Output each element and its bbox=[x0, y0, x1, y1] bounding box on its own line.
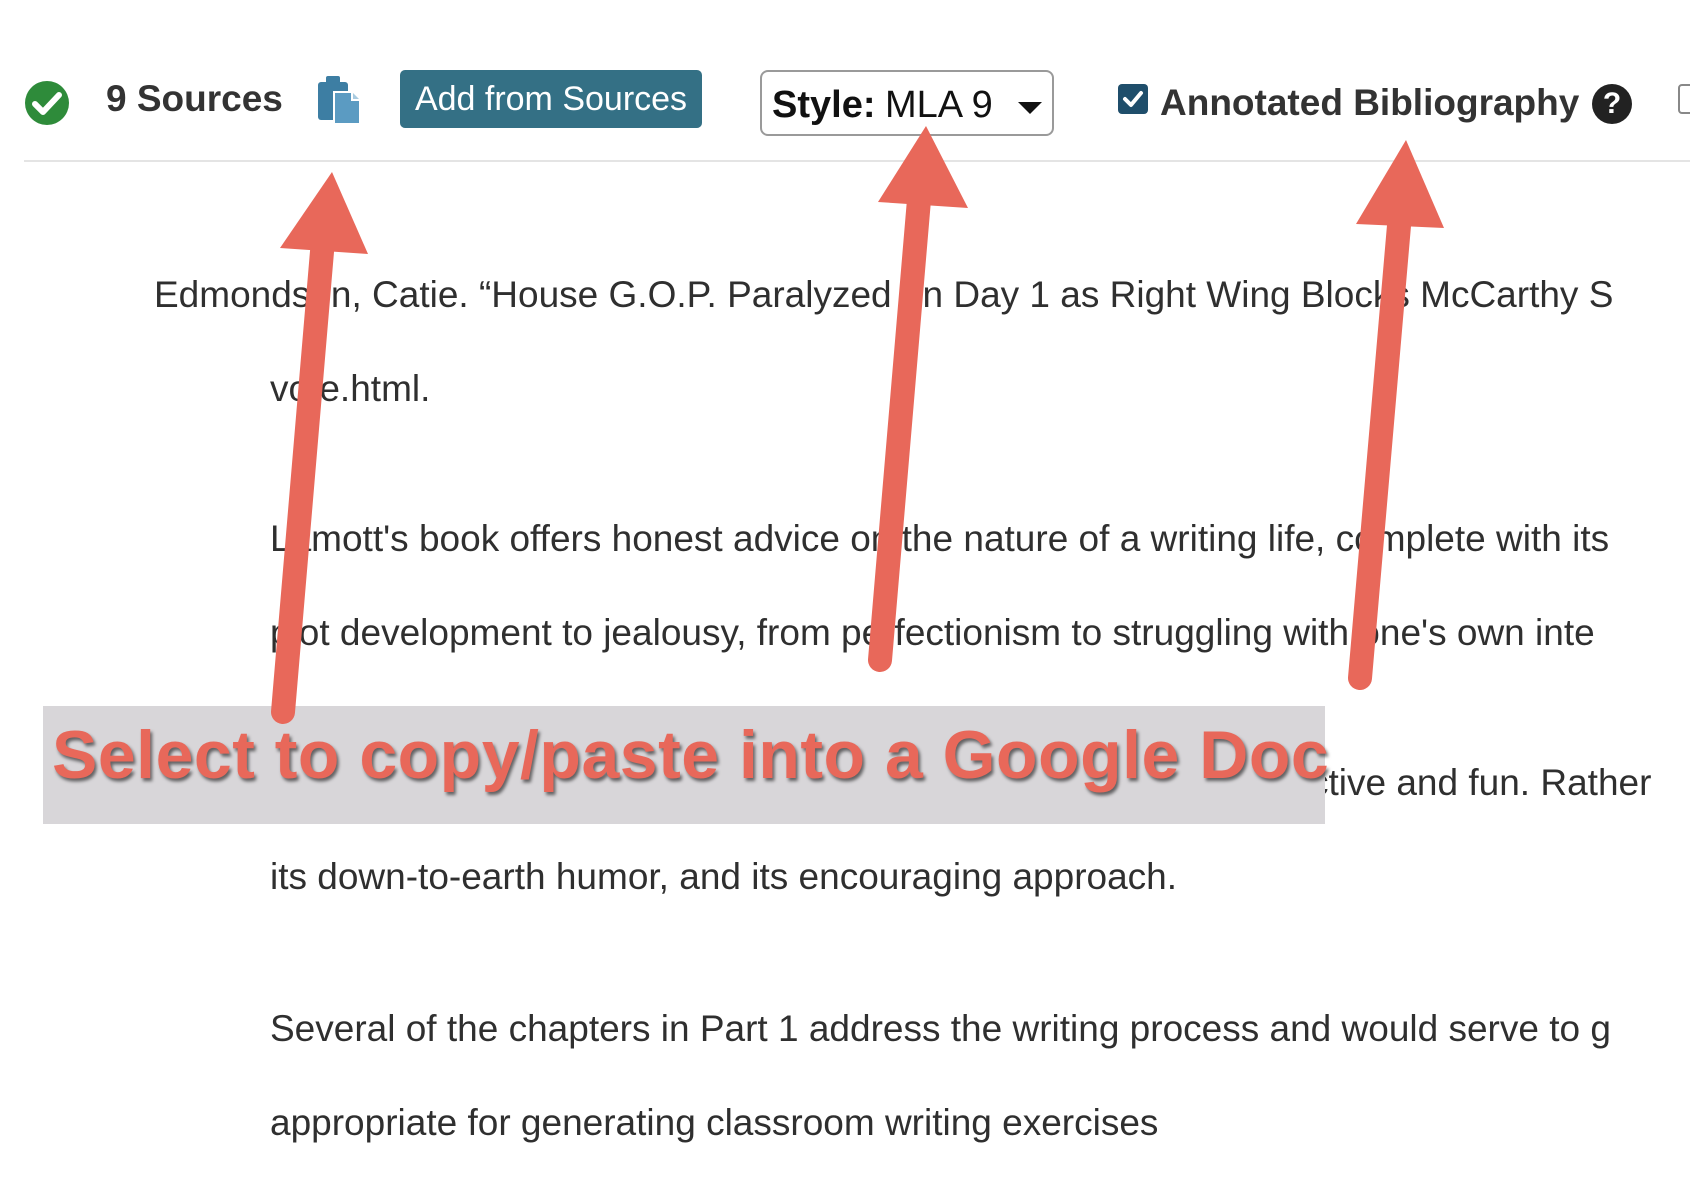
annotation-text-line: its down-to-earth humor, and its encoura… bbox=[270, 856, 1178, 897]
help-icon[interactable]: ? bbox=[1592, 84, 1632, 124]
annotation-text-line: ctive and fun. Rather bbox=[1310, 762, 1652, 803]
tutorial-caption: Select to copy/paste into a Google Doc bbox=[52, 717, 1330, 793]
annotation-text-line: appropriate for generating classroom wri… bbox=[270, 1102, 1159, 1143]
toolbar-divider bbox=[24, 160, 1690, 162]
add-from-sources-button[interactable]: Add from Sources bbox=[400, 70, 702, 128]
bibliography-toolbar: 9 Sources Add from Sources Style: MLA 9 … bbox=[0, 0, 1690, 162]
sources-count[interactable]: 9 Sources bbox=[106, 78, 283, 120]
chevron-down-icon bbox=[1018, 102, 1042, 114]
check-circle-icon bbox=[25, 81, 69, 125]
screen: 9 Sources Add from Sources Style: MLA 9 … bbox=[0, 0, 1690, 1204]
citation-text-line: vote.html. bbox=[270, 368, 431, 409]
style-select-value: MLA 9 bbox=[885, 84, 993, 126]
annotated-bibliography-checkbox[interactable] bbox=[1118, 84, 1148, 114]
arrow-to-annotated-checkbox bbox=[1348, 140, 1444, 690]
style-select-label: Style: bbox=[772, 84, 876, 126]
copy-clipboard-icon[interactable] bbox=[316, 74, 364, 126]
annotation-text-line: Several of the chapters in Part 1 addres… bbox=[270, 1008, 1611, 1049]
citation-text-line: Edmondson, Catie. “House G.O.P. Paralyze… bbox=[154, 274, 1614, 315]
annotated-bibliography-label[interactable]: Annotated Bibliography bbox=[1160, 82, 1579, 124]
annotation-text-line: plot development to jealousy, from perfe… bbox=[270, 612, 1595, 653]
arrow-to-style-select bbox=[868, 126, 968, 672]
checkmark-icon bbox=[1123, 91, 1143, 107]
secondary-checkbox[interactable] bbox=[1678, 84, 1690, 114]
annotation-text-line: Lamott's book offers honest advice on th… bbox=[270, 518, 1610, 559]
citation-style-select[interactable]: Style: MLA 9 bbox=[760, 70, 1054, 136]
